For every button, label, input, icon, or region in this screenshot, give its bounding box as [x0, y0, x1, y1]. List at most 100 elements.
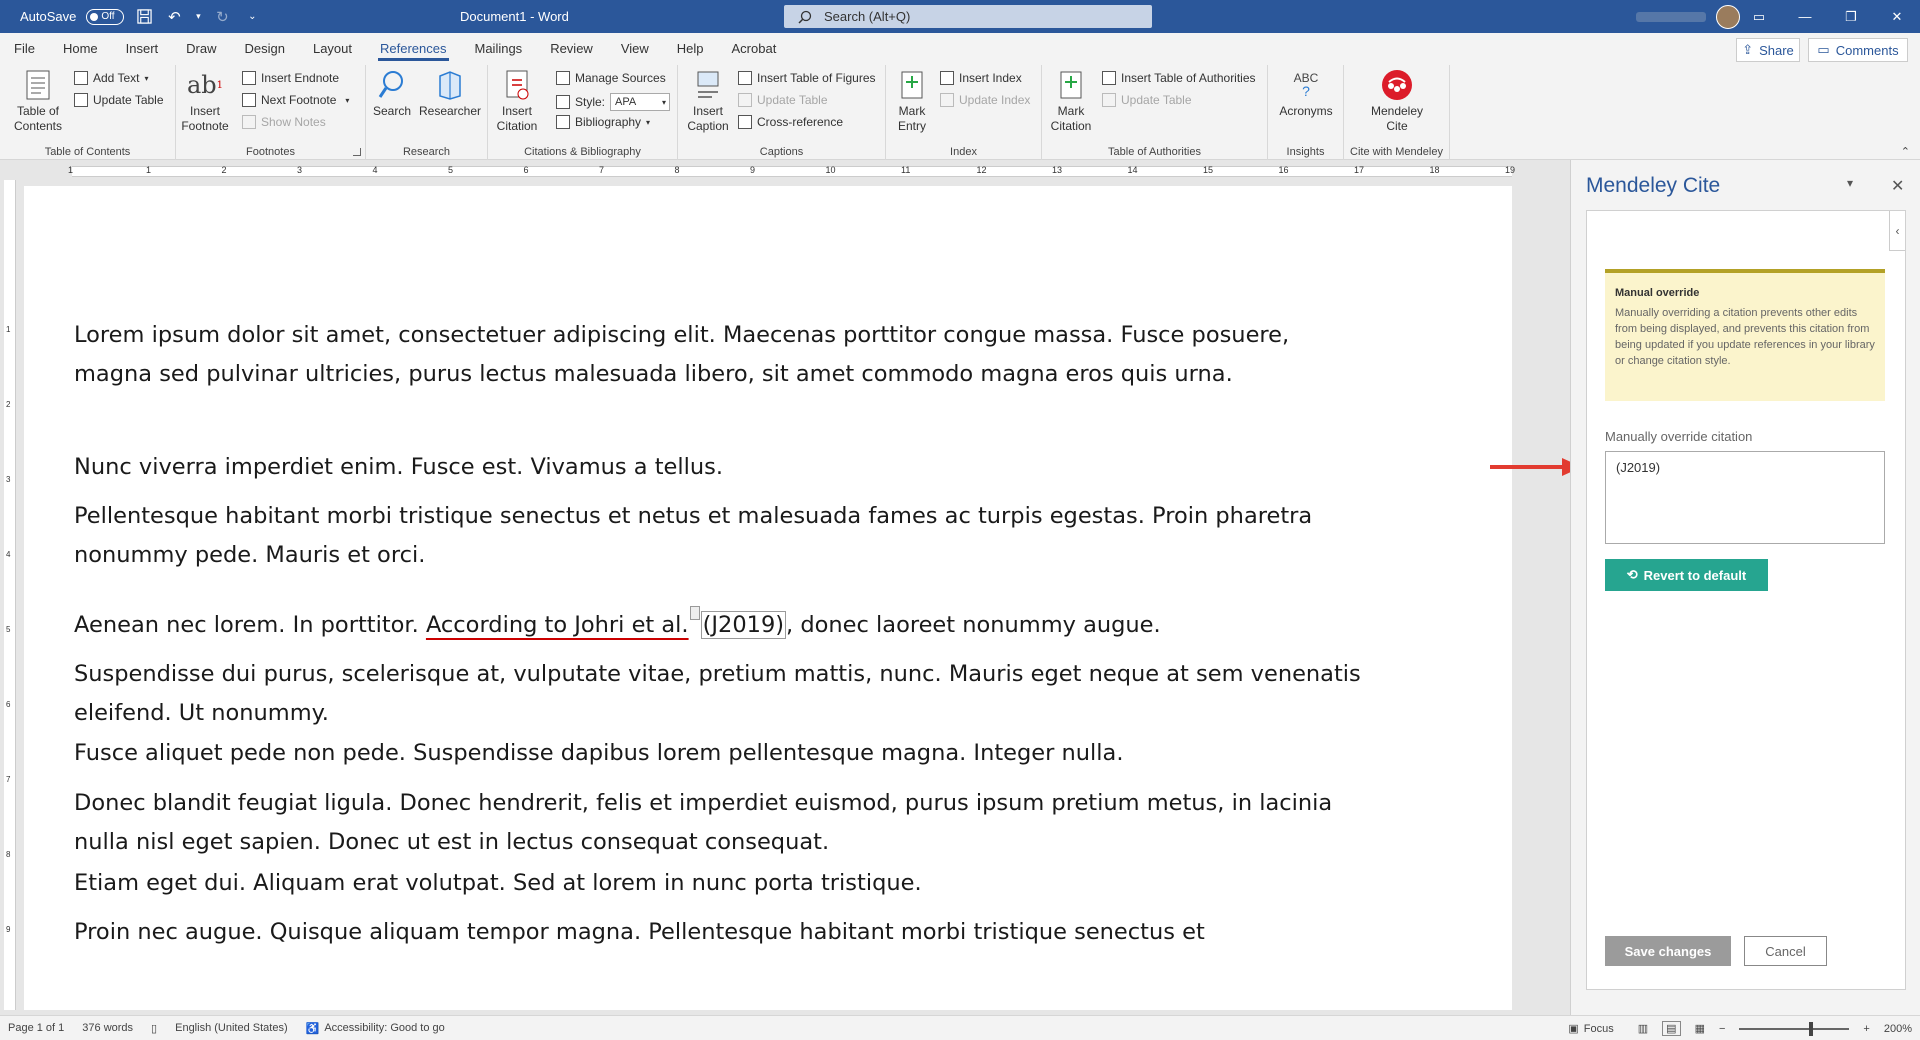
- citation-style-control: Style: APA ▾: [556, 93, 671, 111]
- zoom-thumb[interactable]: [1809, 1021, 1814, 1036]
- group-label: Insights: [1286, 146, 1325, 158]
- zoom-slider[interactable]: [1739, 1021, 1850, 1036]
- paragraph[interactable]: Suspendisse dui purus, scelerisque at, v…: [74, 655, 1374, 733]
- vertical-ruler[interactable]: 1 2 3 4 5 6 7 8 9: [4, 180, 16, 1010]
- style-select[interactable]: APA ▾: [610, 93, 671, 111]
- close-pane-icon[interactable]: ✕: [1891, 176, 1904, 196]
- cross-reference-button[interactable]: Cross-reference: [738, 115, 843, 129]
- document-page[interactable]: Lorem ipsum dolor sit amet, consectetuer…: [24, 186, 1512, 1010]
- pane-options-icon[interactable]: ▾: [1847, 176, 1853, 190]
- accessibility-status[interactable]: ♿ Accessibility: Good to go: [306, 1022, 445, 1035]
- mendeley-cite-button[interactable]: Mendeley Cite: [1362, 69, 1432, 134]
- focus-mode-button[interactable]: ▣ Focus: [1568, 1022, 1613, 1036]
- group-insights: ABC? Acronyms Insights: [1268, 65, 1344, 160]
- insert-index-button[interactable]: Insert Index: [940, 71, 1022, 85]
- tab-home[interactable]: Home: [49, 33, 112, 65]
- zoom-level[interactable]: 200%: [1884, 1023, 1912, 1035]
- ruler-number: 12: [976, 165, 987, 175]
- insert-toa-button[interactable]: Insert Table of Authorities: [1102, 71, 1256, 85]
- researcher-button[interactable]: Researcher: [418, 69, 482, 119]
- tab-design[interactable]: Design: [231, 33, 299, 65]
- update-toa-button[interactable]: Update Table: [1102, 93, 1192, 107]
- comments-button[interactable]: ▭ Comments: [1808, 38, 1908, 62]
- horizontal-ruler[interactable]: 1 1 2 3 4 5 6 7 8 9 10 11 12 13 14 15 16 17 18 19: [0, 162, 1570, 180]
- insert-footnote-button[interactable]: ab 1 Insert Footnote: [181, 69, 228, 134]
- document-canvas[interactable]: Lorem ipsum dolor sit amet, consectetuer…: [16, 180, 1570, 1010]
- paragraph[interactable]: Nunc viverra imperdiet enim. Fusce est. …: [74, 448, 1374, 487]
- tab-draw[interactable]: Draw: [172, 33, 230, 65]
- user-account[interactable]: [1580, 4, 1740, 29]
- bibliography-button[interactable]: Bibliography ▾: [556, 115, 650, 129]
- word-count[interactable]: 376 words: [82, 1022, 133, 1034]
- save-changes-button[interactable]: Save changes: [1605, 936, 1731, 966]
- mark-entry-button[interactable]: Mark Entry: [892, 69, 932, 134]
- collapse-ribbon-icon[interactable]: ⌃: [1901, 145, 1910, 158]
- tab-help[interactable]: Help: [663, 33, 718, 65]
- update-table-figures-button[interactable]: Update Table: [738, 93, 828, 107]
- share-button[interactable]: ⇪ Share: [1736, 38, 1800, 62]
- page-count[interactable]: Page 1 of 1: [8, 1022, 64, 1034]
- language-indicator[interactable]: English (United States): [175, 1022, 288, 1034]
- group-label: Citations & Bibliography: [524, 146, 641, 158]
- citation-handle-icon[interactable]: [689, 606, 700, 620]
- footnotes-dialog-launcher[interactable]: [353, 148, 361, 156]
- paragraph[interactable]: Donec blandit feugiat ligula. Donec hend…: [74, 784, 1374, 862]
- close-icon[interactable]: ✕: [1874, 0, 1920, 33]
- minimize-icon[interactable]: —: [1782, 0, 1828, 33]
- add-text-button[interactable]: Add Text ▾: [74, 71, 149, 85]
- citation-field[interactable]: (J2019): [700, 611, 787, 639]
- paragraph[interactable]: Etiam eget dui. Aliquam erat volutpat. S…: [74, 864, 1374, 903]
- manage-sources-button[interactable]: Manage Sources: [556, 71, 666, 85]
- undo-icon[interactable]: ↶: [164, 7, 184, 27]
- insert-endnote-button[interactable]: Insert Endnote: [242, 71, 339, 85]
- paragraph[interactable]: Fusce aliquet pede non pede. Suspendisse…: [74, 734, 1374, 773]
- style-label: Style:: [575, 95, 606, 109]
- acronyms-button[interactable]: ABC? Acronyms: [1276, 69, 1336, 119]
- search-box[interactable]: Search (Alt+Q): [784, 5, 1152, 28]
- ruler-track: 1 1 2 3 4 5 6 7 8 9 10 11 12 13 14 15 16 17 18 19: [68, 165, 1515, 177]
- save-icon[interactable]: [134, 7, 154, 27]
- tab-layout[interactable]: Layout: [299, 33, 366, 65]
- tab-insert[interactable]: Insert: [112, 33, 173, 65]
- paragraph[interactable]: Proin nec augue. Quisque aliquam tempor …: [74, 913, 1374, 952]
- zoom-in-icon[interactable]: +: [1863, 1023, 1869, 1035]
- update-index-button[interactable]: Update Index: [940, 93, 1030, 107]
- web-layout-icon[interactable]: ▦: [1695, 1022, 1705, 1035]
- ruler-number: 10: [825, 165, 836, 175]
- insert-table-of-figures-button[interactable]: Insert Table of Figures: [738, 71, 876, 85]
- next-footnote-button[interactable]: Next Footnote ▾: [242, 93, 349, 107]
- insert-citation-button[interactable]: Insert Citation: [494, 69, 540, 134]
- tab-references[interactable]: References: [366, 33, 460, 65]
- paragraph[interactable]: Pellentesque habitant morbi tristique se…: [74, 497, 1374, 575]
- redo-icon[interactable]: ↻: [212, 7, 232, 27]
- cancel-button[interactable]: Cancel: [1744, 936, 1827, 966]
- customize-qat-icon[interactable]: ⌄: [242, 7, 262, 27]
- autosave-toggle[interactable]: Off: [86, 8, 125, 25]
- restore-icon[interactable]: ❐: [1828, 0, 1874, 33]
- zoom-out-icon[interactable]: −: [1719, 1023, 1725, 1035]
- undo-dropdown-icon[interactable]: ▾: [194, 7, 202, 27]
- print-layout-icon[interactable]: ▤: [1662, 1021, 1681, 1036]
- update-table-button[interactable]: Update Table: [74, 93, 164, 107]
- proofing-icon[interactable]: ▯: [151, 1022, 157, 1035]
- tab-review[interactable]: Review: [536, 33, 607, 65]
- paragraph[interactable]: Lorem ipsum dolor sit amet, consectetuer…: [74, 316, 1374, 394]
- table-of-contents-button[interactable]: Table of Contents: [10, 69, 66, 134]
- override-citation-input[interactable]: (J2019): [1605, 451, 1885, 544]
- show-notes-label: Show Notes: [261, 115, 326, 129]
- tab-view[interactable]: View: [607, 33, 663, 65]
- group-index: Mark Entry Insert Index Update Index Ind…: [886, 65, 1042, 160]
- show-notes-button[interactable]: Show Notes: [242, 115, 326, 129]
- search-button[interactable]: Search: [372, 69, 412, 119]
- paragraph-with-citation[interactable]: Aenean nec lorem. In porttitor. Accordin…: [74, 606, 1374, 645]
- tab-file[interactable]: File: [0, 33, 49, 65]
- revert-to-default-button[interactable]: ⟲ Revert to default: [1605, 559, 1768, 591]
- insert-caption-button[interactable]: Insert Caption: [687, 69, 729, 134]
- read-mode-icon[interactable]: ▥: [1638, 1022, 1648, 1035]
- ribbon-display-icon[interactable]: ▭: [1736, 0, 1782, 33]
- tab-mailings[interactable]: Mailings: [461, 33, 537, 65]
- tab-acrobat[interactable]: Acrobat: [718, 33, 791, 65]
- comments-label: Comments: [1835, 42, 1899, 58]
- mark-citation-button[interactable]: Mark Citation: [1048, 69, 1094, 134]
- collapse-pane-icon[interactable]: ‹: [1889, 211, 1905, 251]
